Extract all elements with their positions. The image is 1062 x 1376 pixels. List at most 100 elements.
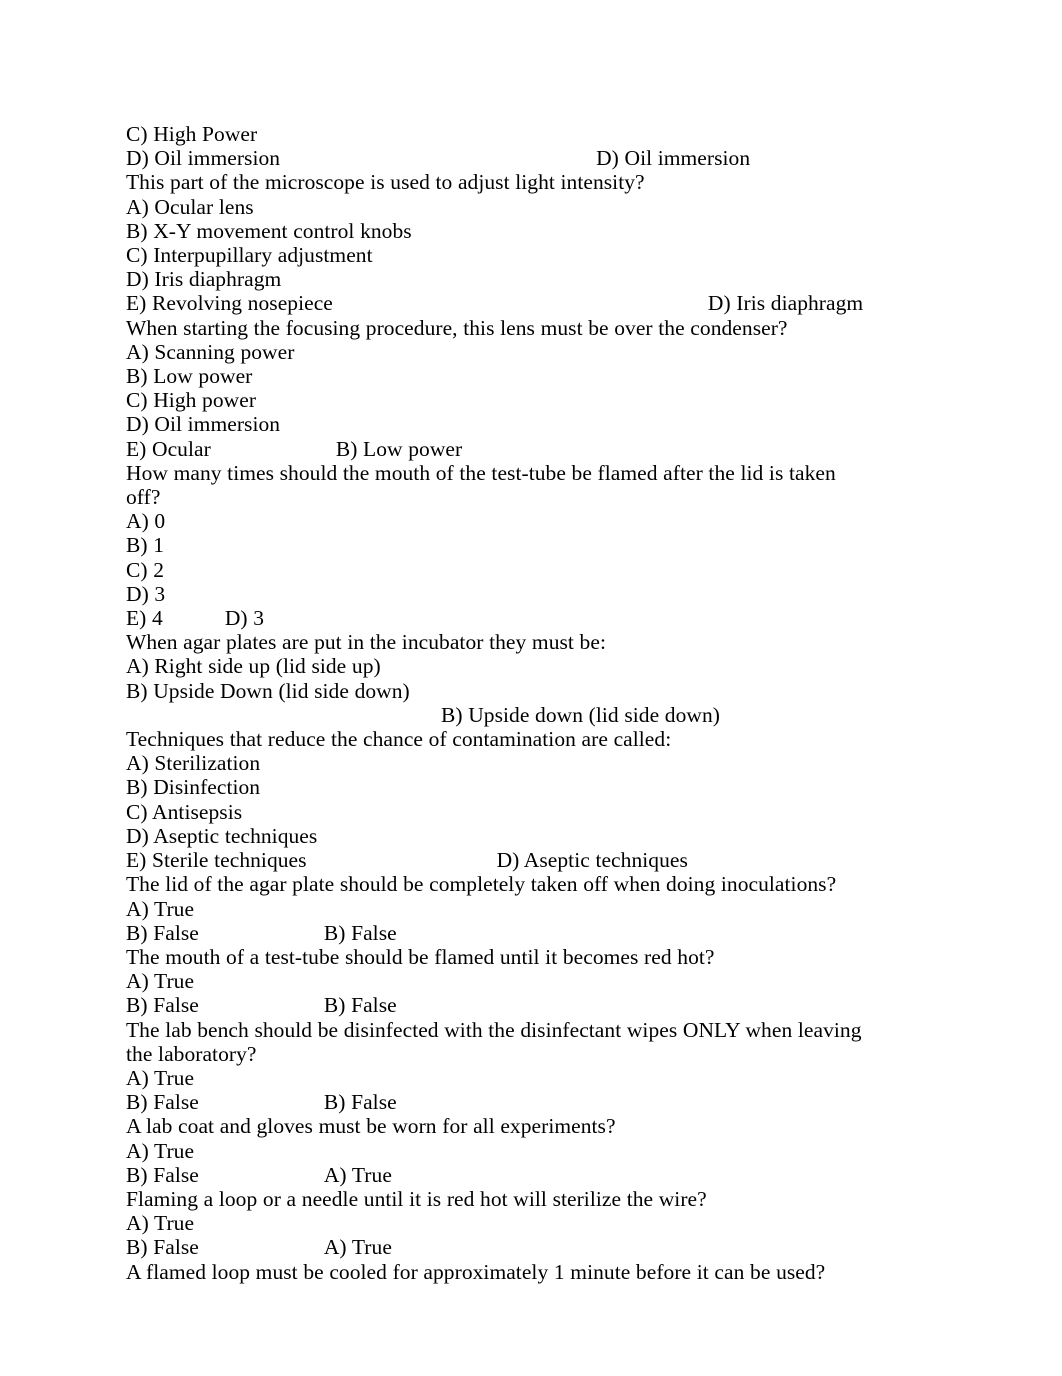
document-line: D) Aseptic techniques bbox=[126, 824, 868, 848]
line-text: A) Scanning power bbox=[126, 339, 295, 364]
document-text-body: C) High Power D) Oil immersion D) Oil imme… bbox=[126, 122, 868, 1284]
document-line: A) Right side up (lid side up) bbox=[126, 654, 868, 678]
document-line: B) 1 bbox=[126, 533, 868, 557]
document-line: C) High Power bbox=[126, 122, 868, 146]
document-line: A) True bbox=[126, 969, 868, 993]
document-line: A) 0 bbox=[126, 509, 868, 533]
document-line: B) False B) False bbox=[126, 993, 868, 1017]
document-line: B) False A) True bbox=[126, 1163, 868, 1187]
line-text: E) Sterile techniques bbox=[126, 848, 307, 873]
line-text: A) True bbox=[126, 1211, 195, 1236]
answer-key-text: B) False bbox=[323, 993, 397, 1018]
line-text: A) Right side up (lid side up) bbox=[126, 654, 381, 679]
line-text: B) X-Y movement control knobs bbox=[126, 218, 412, 243]
document-line: D) Oil immersion D) Oil immersion bbox=[126, 146, 868, 170]
answer-key-text: A) True bbox=[323, 1235, 392, 1260]
answer-key-text: D) Aseptic techniques bbox=[496, 848, 688, 873]
answer-key-text: B) False bbox=[323, 1090, 397, 1115]
document-line: E) Ocular B) Low power bbox=[126, 437, 868, 461]
answer-key-text: B) Upside down (lid side down) bbox=[441, 702, 720, 727]
line-text: C) High Power bbox=[126, 122, 258, 146]
line-text: Techniques that reduce the chance of con… bbox=[126, 727, 672, 752]
line-text: E) Ocular bbox=[126, 436, 211, 461]
line-text: A lab coat and gloves must be worn for a… bbox=[126, 1114, 616, 1139]
line-text: C) Interpupillary adjustment bbox=[126, 243, 373, 268]
line-text: B) 1 bbox=[126, 533, 165, 558]
document-line: B) False B) False bbox=[126, 921, 868, 945]
answer-key-text: D) Oil immersion bbox=[596, 146, 751, 171]
line-text: When starting the focusing procedure, th… bbox=[126, 315, 788, 340]
document-line: Flaming a loop or a needle until it is r… bbox=[126, 1187, 868, 1211]
document-line: When agar plates are put in the incubato… bbox=[126, 630, 868, 654]
answer-key-text: B) Low power bbox=[335, 436, 463, 461]
document-line: B) False A) True bbox=[126, 1235, 868, 1259]
line-text: D) Oil immersion bbox=[126, 412, 281, 437]
document-line: E) Sterile techniques D) Aseptic techniqu… bbox=[126, 848, 868, 872]
line-text: E) 4 bbox=[126, 606, 163, 631]
document-line: A flamed loop must be cooled for approxi… bbox=[126, 1260, 868, 1284]
document-line: The lab bench should be disinfected with… bbox=[126, 1018, 868, 1066]
document-line: A lab coat and gloves must be worn for a… bbox=[126, 1114, 868, 1138]
line-text: A) True bbox=[126, 1138, 195, 1163]
document-line: E) Revolving nosepiece D) Iris diaphragm bbox=[126, 291, 868, 315]
line-text: A flamed loop must be cooled for approxi… bbox=[126, 1259, 826, 1284]
document-line: C) 2 bbox=[126, 558, 868, 582]
line-text: A) True bbox=[126, 969, 195, 994]
line-text: B) False bbox=[126, 1235, 199, 1260]
answer-key-text: A) True bbox=[323, 1162, 392, 1187]
document-line: A) True bbox=[126, 1211, 868, 1235]
document-line: B) X-Y movement control knobs bbox=[126, 219, 868, 243]
line-text: D) 3 bbox=[126, 581, 166, 606]
line-text: D) Iris diaphragm bbox=[126, 267, 282, 292]
line-text: C) 2 bbox=[126, 557, 165, 582]
line-text: E) Revolving nosepiece bbox=[126, 291, 333, 316]
document-line: D) 3 bbox=[126, 582, 868, 606]
answer-key-text: B) False bbox=[323, 920, 397, 945]
line-text: C) High power bbox=[126, 388, 257, 413]
line-text: A) 0 bbox=[126, 509, 166, 534]
line-text: B) False bbox=[126, 993, 199, 1018]
line-text: B) False bbox=[126, 920, 199, 945]
line-text: B) Upside Down (lid side down) bbox=[126, 678, 410, 703]
line-text: This part of the microscope is used to a… bbox=[126, 170, 645, 195]
line-text: A) Sterilization bbox=[126, 751, 261, 776]
line-text: B) Disinfection bbox=[126, 775, 261, 800]
document-line: The lid of the agar plate should be comp… bbox=[126, 872, 868, 896]
document-line: Techniques that reduce the chance of con… bbox=[126, 727, 868, 751]
answer-key-text: D) Iris diaphragm bbox=[707, 291, 864, 316]
document-line: B) Upside Down (lid side down) B) Upside … bbox=[126, 679, 868, 727]
document-line: A) Sterilization bbox=[126, 751, 868, 775]
document-line: The mouth of a test-tube should be flame… bbox=[126, 945, 868, 969]
document-page: C) High Power D) Oil immersion D) Oil imme… bbox=[0, 0, 1062, 1376]
document-line: A) True bbox=[126, 1066, 868, 1090]
document-line: C) Interpupillary adjustment bbox=[126, 243, 868, 267]
document-line: B) False B) False bbox=[126, 1090, 868, 1114]
document-line: E) 4 D) 3 bbox=[126, 606, 868, 630]
line-text: A) True bbox=[126, 896, 195, 921]
line-text: B) False bbox=[126, 1090, 199, 1115]
document-line: A) True bbox=[126, 1139, 868, 1163]
line-text: The lab bench should be disinfected with… bbox=[126, 1017, 868, 1066]
document-line: A) True bbox=[126, 897, 868, 921]
line-text: D) Aseptic techniques bbox=[126, 823, 318, 848]
line-text: C) Antisepsis bbox=[126, 799, 243, 824]
document-line: D) Iris diaphragm bbox=[126, 267, 868, 291]
document-line: B) Disinfection bbox=[126, 775, 868, 799]
line-text: When agar plates are put in the incubato… bbox=[126, 630, 606, 655]
line-text: A) Ocular lens bbox=[126, 194, 254, 219]
answer-key-text: D) 3 bbox=[224, 606, 265, 631]
document-line: A) Scanning power bbox=[126, 340, 868, 364]
line-text: Flaming a loop or a needle until it is r… bbox=[126, 1186, 707, 1211]
document-line: C) High power bbox=[126, 388, 868, 412]
line-text: B) False bbox=[126, 1162, 199, 1187]
document-line: A) Ocular lens bbox=[126, 195, 868, 219]
line-text: The lid of the agar plate should be comp… bbox=[126, 872, 837, 897]
document-line: How many times should the mouth of the t… bbox=[126, 461, 868, 509]
document-line: This part of the microscope is used to a… bbox=[126, 170, 868, 194]
document-line: When starting the focusing procedure, th… bbox=[126, 316, 868, 340]
line-text: The mouth of a test-tube should be flame… bbox=[126, 944, 715, 969]
line-text: A) True bbox=[126, 1065, 195, 1090]
line-text: How many times should the mouth of the t… bbox=[126, 460, 842, 510]
line-text: B) Low power bbox=[126, 364, 253, 389]
document-line: D) Oil immersion bbox=[126, 412, 868, 436]
